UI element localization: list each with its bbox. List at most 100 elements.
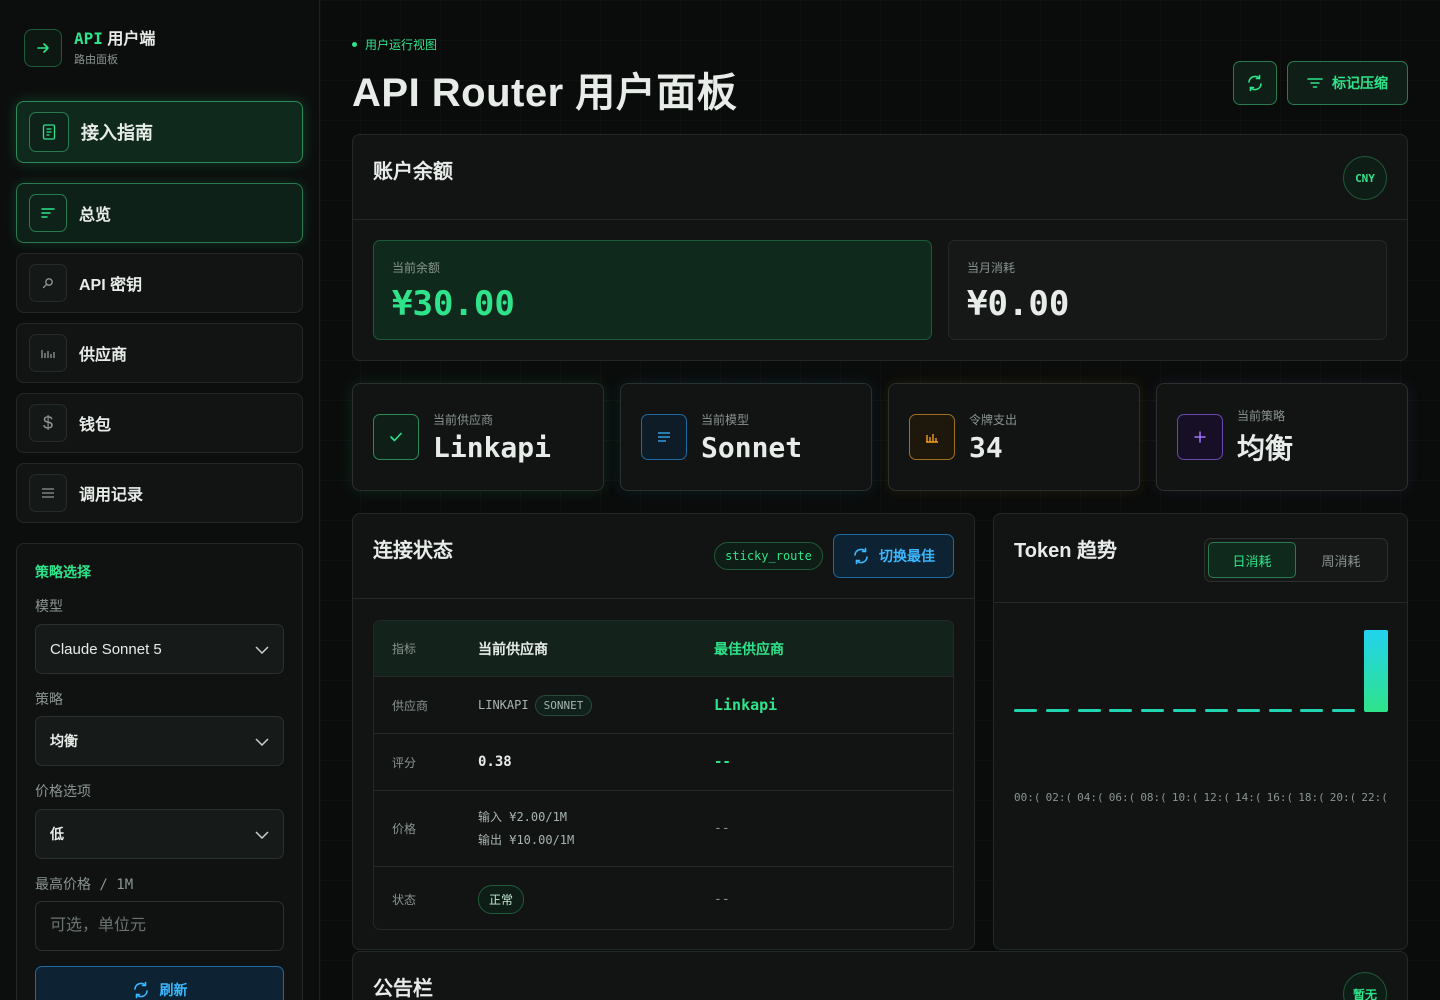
sidebar-item-label: 钱包 [79, 417, 112, 434]
stat-value: 均衡 [1237, 433, 1294, 464]
refresh-label: 刷新 [159, 982, 188, 998]
sidebar-item-label: 调用记录 [79, 487, 144, 504]
model-label: 模型 [35, 598, 63, 614]
chevron-down-icon [255, 733, 269, 749]
sidebar-item-wallet[interactable]: $ 钱包 [16, 393, 303, 453]
row-metric: 供应商 [392, 698, 429, 713]
x-tick-label: 18:( [1298, 791, 1325, 804]
model-select[interactable]: Claude Sonnet 5 [35, 624, 284, 674]
token-trend-title: Token 趋势 [1014, 540, 1117, 562]
chart-bar [1332, 709, 1356, 712]
menu-icon [29, 474, 67, 512]
status-dot [352, 42, 357, 47]
refresh-icon-button[interactable] [1233, 61, 1277, 105]
price-output: 输出 ¥10.00/1M [478, 832, 575, 847]
check-icon [373, 414, 419, 460]
divider [353, 598, 974, 599]
stat-provider: 当前供应商 Linkapi [352, 383, 604, 491]
chart-bar [1173, 709, 1197, 712]
currency-badge: CNY [1343, 156, 1387, 200]
row-current: 0.38 [478, 754, 512, 770]
page-title: API Router 用户面板 [352, 71, 738, 115]
balance-title: 账户余额 [373, 161, 453, 183]
sidebar-item-api-keys[interactable]: API 密钥 [16, 253, 303, 313]
sidebar-item-call-logs[interactable]: 调用记录 [16, 463, 303, 523]
brand-api: API [74, 28, 103, 48]
policy-label: 策略 [35, 691, 63, 707]
chevron-down-icon [255, 641, 269, 657]
key-icon [29, 264, 67, 302]
sidebar: API 用户端 路由面板 接入指南 总览 API 密钥 供应商 $ 钱包 调用记… [0, 0, 320, 1000]
sidebar-item-label: 总览 [79, 207, 112, 224]
table-header: 指标 当前供应商 最佳供应商 [374, 621, 953, 677]
connection-title: 连接状态 [373, 540, 453, 562]
x-axis-ticks: 00:(02:(04:(06:(08:(10:(12:(14:(16:(18:(… [1014, 791, 1388, 804]
sidebar-item-overview[interactable]: 总览 [16, 183, 303, 243]
model-value: Claude Sonnet 5 [50, 640, 162, 658]
sidebar-item-label: 接入指南 [81, 123, 153, 143]
dollar-icon: $ [29, 404, 67, 442]
sidebar-item-label: API 密钥 [79, 277, 143, 294]
price-input: 输入 ¥2.00/1M [478, 809, 568, 824]
stat-value: Sonnet [701, 430, 803, 464]
notice-card: 公告栏 暂无 [352, 951, 1408, 1000]
chart-bar [1268, 709, 1292, 712]
sidebar-item-label: 供应商 [79, 347, 128, 364]
mark-compress-button[interactable]: 标记压缩 [1287, 61, 1408, 105]
monthly-usage-box: 当月消耗 ¥0.00 [948, 240, 1387, 340]
table-row: 状态 正常 -- [374, 867, 953, 929]
status-badge: 正常 [478, 884, 525, 914]
sidebar-item-providers[interactable]: 供应商 [16, 323, 303, 383]
mark-compress-label: 标记压缩 [1332, 75, 1388, 91]
chart-bar [1204, 709, 1228, 712]
x-tick-label: 02:( [1045, 791, 1073, 804]
token-chart: 00:(02:(04:(06:(08:(10:(12:(14:(16:(18:(… [994, 602, 1409, 902]
stat-value: 34 [969, 430, 1003, 464]
stat-token-spend: 令牌支出 34 [888, 383, 1140, 491]
usage-toggle: 日消耗 周消耗 [1204, 538, 1388, 582]
stat-label: 令牌支出 [969, 412, 1018, 427]
bars-icon [909, 414, 955, 460]
policy-value: 均衡 [50, 733, 78, 749]
provider-code: LINKAPI [478, 697, 529, 712]
bars-icon [29, 334, 67, 372]
row-best: -- [714, 754, 731, 770]
current-balance-value: ¥30.00 [392, 284, 515, 324]
divider [353, 219, 1407, 220]
list-icon [29, 194, 67, 232]
refresh-icon [1248, 74, 1262, 92]
tab-daily[interactable]: 日消耗 [1208, 542, 1296, 578]
chart-bar [1300, 709, 1324, 712]
policy-select[interactable]: 均衡 [35, 716, 284, 766]
chart-bar [1109, 709, 1133, 712]
stat-model: 当前模型 Sonnet [620, 383, 872, 491]
brand-title: 用户端 [107, 30, 156, 48]
stat-label: 当前模型 [701, 412, 750, 427]
stat-strategy: 当前策略 均衡 [1156, 383, 1408, 491]
brand-subtitle: 路由面板 [74, 53, 118, 66]
x-tick-label: 14:( [1235, 791, 1262, 804]
tab-weekly[interactable]: 周消耗 [1298, 542, 1384, 578]
switch-best-button[interactable]: 切换最佳 [833, 534, 954, 578]
table-row: 评分 0.38 -- [374, 734, 953, 791]
sidebar-item-guide[interactable]: 接入指南 [16, 101, 303, 163]
strategy-title: 策略选择 [35, 564, 91, 580]
price-select[interactable]: 低 [35, 809, 284, 859]
token-trend-card: Token 趋势 日消耗 周消耗 00:(02:(04:(06:(08:(10:… [993, 513, 1408, 950]
header-metric: 指标 [392, 642, 417, 656]
chart-bar [1364, 630, 1388, 712]
swap-icon [854, 547, 868, 565]
lines-icon [641, 414, 687, 460]
arrow-right-icon[interactable] [24, 29, 62, 67]
header-current: 当前供应商 [478, 640, 548, 657]
refresh-button[interactable]: 刷新 [35, 966, 284, 1000]
current-balance-box: 当前余额 ¥30.00 [373, 240, 932, 340]
current-balance-label: 当前余额 [392, 261, 441, 275]
max-price-input[interactable] [35, 901, 284, 951]
brand: API 用户端 路由面板 [24, 29, 155, 67]
x-tick-label: 22:( [1361, 791, 1388, 804]
chart-bar [1077, 709, 1101, 712]
row-current: LINKAPI SONNET [478, 694, 593, 716]
row-best: -- [714, 821, 730, 836]
monthly-usage-value: ¥0.00 [967, 284, 1070, 324]
